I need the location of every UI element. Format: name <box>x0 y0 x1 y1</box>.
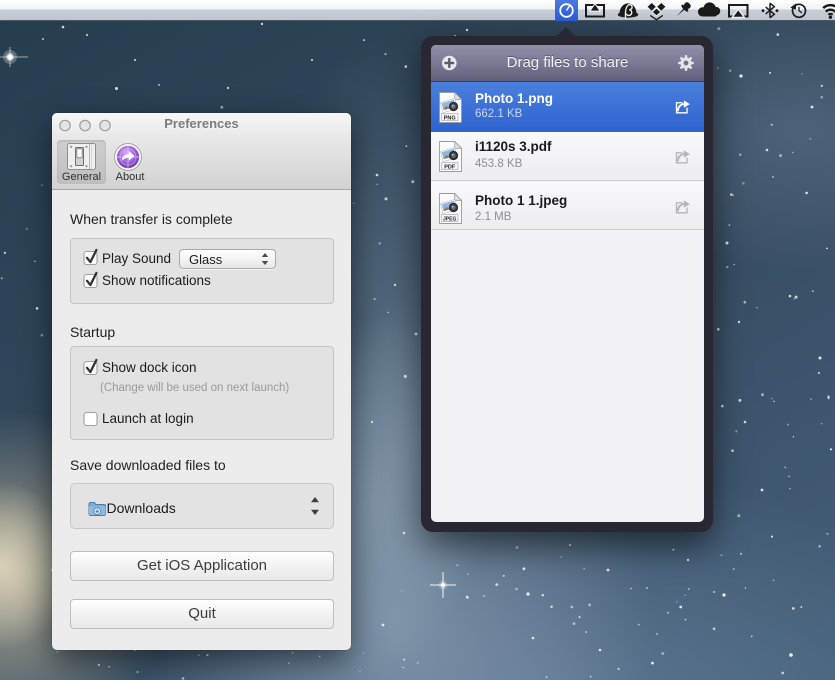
svg-text:JPEG: JPEG <box>443 216 456 222</box>
svg-text:PDF: PDF <box>444 164 456 170</box>
svg-text:PNG: PNG <box>443 115 455 121</box>
